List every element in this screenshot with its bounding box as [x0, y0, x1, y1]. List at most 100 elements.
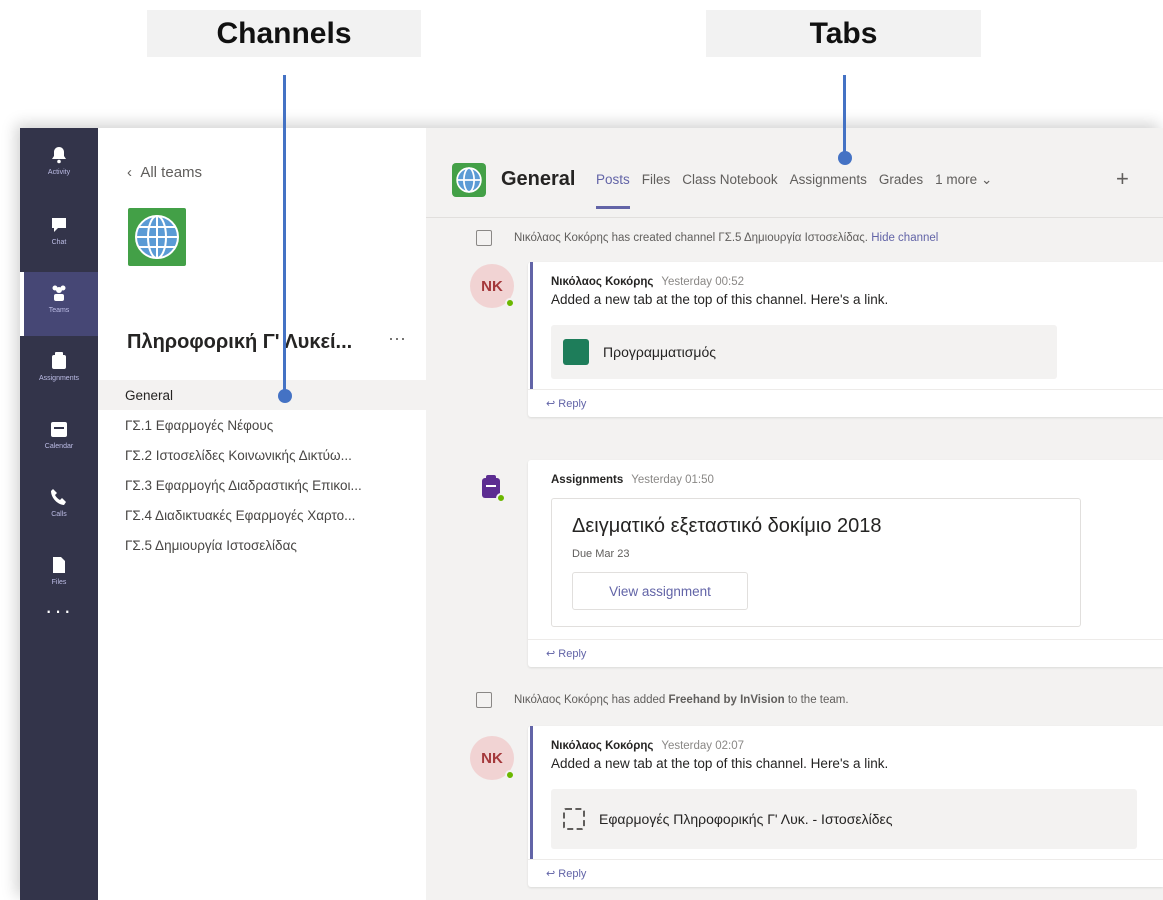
reply-button[interactable]: ↩ Reply	[528, 859, 1163, 887]
calendar-icon	[51, 422, 67, 437]
channel-created-icon	[476, 230, 492, 246]
channel-header: General Posts Files Class Notebook Assig…	[426, 128, 1163, 218]
message-meta: Νικόλαος Κοκόρης Yesterday 02:07	[551, 740, 1163, 752]
system-message: Νικόλαος Κοκόρης has created channel ΓΣ.…	[476, 226, 938, 250]
system-message-text: to the team.	[787, 694, 849, 706]
tab-posts[interactable]: Posts	[596, 172, 630, 209]
channel-item[interactable]: ΓΣ.5 Δημιουργία Ιστοσελίδας	[98, 530, 426, 560]
rail-label: Calls	[51, 511, 67, 518]
channel-item[interactable]: ΓΣ.4 Διαδικτυακές Εφαρμογές Χαρτο...	[98, 500, 426, 530]
system-message-text: Νικόλαος Κοκόρης has created channel ΓΣ.…	[514, 232, 868, 244]
message-author: Νικόλαος Κοκόρης	[551, 740, 654, 752]
message-meta: Assignments Yesterday 01:50	[551, 474, 1163, 486]
tabs-callout: Tabs	[706, 10, 981, 57]
chevron-left-icon: ‹	[127, 164, 141, 181]
channels-callout: Channels	[147, 10, 421, 57]
channel-item[interactable]: ΓΣ.1 Εφαρμογές Νέφους	[98, 410, 426, 440]
channel-item[interactable]: ΓΣ.3 Εφαρμογής Διαδραστικής Επικοι...	[98, 470, 426, 500]
channels-pointer-dot	[278, 389, 292, 403]
rail-calendar[interactable]: Calendar	[20, 408, 98, 472]
team-more-button[interactable]: ···	[388, 328, 406, 349]
message-author: Assignments	[551, 474, 624, 486]
globe-icon	[135, 215, 179, 259]
tab-class-notebook[interactable]: Class Notebook	[682, 172, 777, 188]
rail-calls[interactable]: Calls	[20, 476, 98, 540]
message-body: Assignments Yesterday 01:50 Δειγματικό εξ…	[530, 460, 1163, 639]
files-icon	[53, 557, 65, 573]
rail-activity[interactable]: Activity	[20, 134, 98, 198]
message-meta: Νικόλαος Κοκόρης Yesterday 00:52	[551, 276, 1163, 288]
bell-icon	[52, 147, 66, 164]
rail-assignments[interactable]: Assignments	[20, 340, 98, 404]
channel-list: General ΓΣ.1 Εφαρμογές Νέφους ΓΣ.2 Ιστοσ…	[98, 380, 426, 560]
tab-bar: Posts Files Class Notebook Assignments G…	[596, 172, 992, 209]
view-assignment-button[interactable]: View assignment	[572, 572, 748, 610]
tab-link-card[interactable]: Προγραμματισμός	[551, 325, 1057, 379]
chat-icon	[52, 218, 66, 232]
avatar[interactable]: NK	[470, 736, 515, 780]
rail-label: Teams	[48, 307, 70, 314]
message-timestamp: Yesterday 00:52	[661, 276, 745, 288]
system-message: Νικόλαος Κοκόρης has added Freehand by I…	[476, 688, 849, 712]
planner-icon	[563, 339, 589, 365]
add-tab-button[interactable]: +	[1116, 166, 1129, 192]
avatar-initials: NK	[481, 277, 503, 295]
message-timestamp: Yesterday 02:07	[661, 740, 745, 752]
assignment-due-date: Due Mar 23	[572, 548, 630, 560]
phone-icon	[51, 489, 66, 505]
assignments-bot-avatar[interactable]	[476, 472, 506, 503]
rail-label: Assignments	[38, 375, 80, 382]
presence-badge	[505, 298, 515, 308]
reply-button[interactable]: ↩ Reply	[528, 389, 1163, 417]
rail-teams[interactable]: Teams	[20, 272, 98, 336]
rail-label: Files	[51, 579, 67, 586]
app-name[interactable]: Freehand by InVision	[669, 694, 785, 706]
message-card: Νικόλαος Κοκόρης Yesterday 02:07 Added a …	[528, 726, 1163, 887]
rail-label: Activity	[47, 169, 71, 176]
tab-link-label: Προγραμματισμός	[603, 344, 717, 360]
tab-files[interactable]: Files	[642, 172, 671, 188]
message-author: Νικόλαος Κοκόρης	[551, 276, 654, 288]
presence-badge	[505, 770, 515, 780]
all-teams-link[interactable]: ‹ All teams	[127, 164, 202, 181]
tab-link-card[interactable]: Εφαρμογές Πληροφορικής Γ' Λυκ. - Ιστοσελ…	[551, 789, 1137, 849]
channel-title: General	[501, 168, 576, 190]
teams-app-window: Activity Chat Teams Assignments Calendar…	[20, 128, 1163, 900]
rail-more-button[interactable]: ···	[20, 598, 98, 624]
team-name: Πληροφορική Γ' Λυκεί...	[127, 331, 353, 353]
avatar-initials: NK	[481, 749, 503, 767]
tab-link-label: Εφαρμογές Πληροφορικής Γ' Λυκ. - Ιστοσελ…	[599, 811, 893, 827]
channel-item[interactable]: ΓΣ.2 Ιστοσελίδες Κοινωνικής Δικτύω...	[98, 440, 426, 470]
message-card: Νικόλαος Κοκόρης Yesterday 00:52 Added a …	[528, 262, 1163, 417]
all-teams-label: All teams	[140, 164, 203, 181]
tabs-pointer-line	[843, 75, 846, 158]
assignment-title: Δειγματικό εξεταστικό δοκίμιο 2018	[572, 515, 882, 537]
globe-icon	[456, 167, 482, 193]
system-message-text: Νικόλαος Κοκόρης has added	[514, 694, 666, 706]
reply-button[interactable]: ↩ Reply	[528, 639, 1163, 667]
channel-logo	[452, 163, 486, 197]
channel-item[interactable]: General	[98, 380, 426, 410]
rail-chat[interactable]: Chat	[20, 204, 98, 268]
message-body: Νικόλαος Κοκόρης Yesterday 02:07 Added a …	[530, 726, 1163, 859]
rail-label: Chat	[51, 239, 67, 246]
team-logo	[128, 208, 186, 266]
tab-more[interactable]: 1 more ⌄	[935, 172, 992, 188]
assignments-icon	[52, 352, 66, 369]
message-text: Added a new tab at the top of this chann…	[551, 292, 889, 307]
channels-pointer-line	[283, 75, 286, 397]
tab-grades[interactable]: Grades	[879, 172, 923, 188]
assignments-icon	[482, 475, 506, 503]
teams-icon	[52, 285, 66, 301]
tabs-pointer-dot	[838, 151, 852, 165]
tab-assignments[interactable]: Assignments	[790, 172, 867, 188]
app-added-icon	[476, 692, 492, 708]
message-timestamp: Yesterday 01:50	[631, 474, 714, 486]
message-card: Assignments Yesterday 01:50 Δειγματικό εξ…	[528, 460, 1163, 667]
assignment-card: Δειγματικό εξεταστικό δοκίμιο 2018 Due M…	[551, 498, 1081, 627]
avatar[interactable]: NK	[470, 264, 515, 308]
rail-label: Calendar	[44, 443, 74, 450]
hide-channel-link[interactable]: Hide channel	[871, 232, 938, 244]
channels-pane: ‹ All teams Πληροφορική Γ' Λυκεί... ··· …	[98, 128, 426, 900]
app-rail: Activity Chat Teams Assignments Calendar…	[20, 128, 98, 900]
